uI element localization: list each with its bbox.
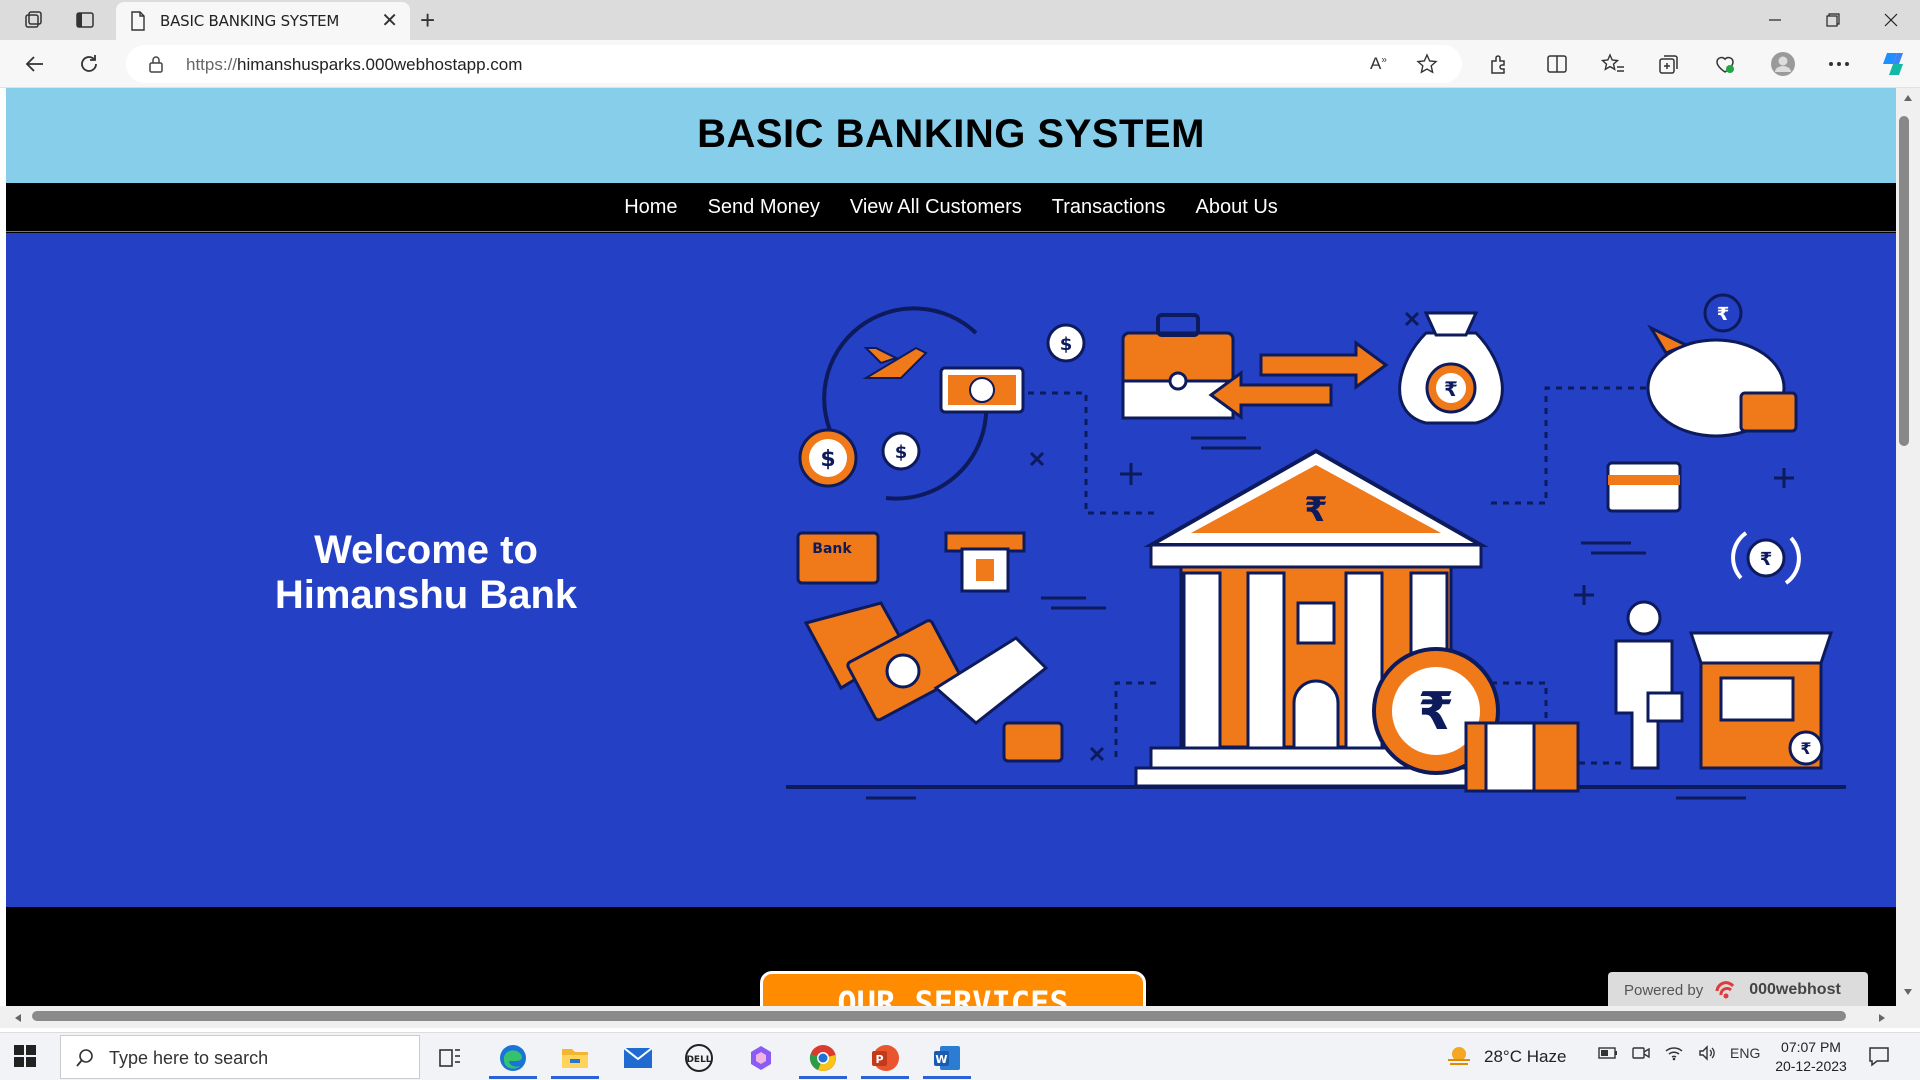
scroll-right-arrow-icon[interactable] [1878,1013,1886,1023]
read-aloud-icon[interactable]: A» [1370,54,1387,74]
chrome-icon[interactable] [795,1037,851,1079]
vertical-scroll-thumb[interactable] [1899,116,1909,446]
rupee-label-bag: ₹ [1444,377,1458,401]
site-title: BASIC BANKING SYSTEM [697,112,1205,156]
close-tab-icon[interactable]: ✕ [381,8,398,33]
profile-avatar-icon[interactable] [1766,48,1800,80]
scroll-up-arrow-icon[interactable] [1903,94,1913,102]
system-tray: ENG [1598,1045,1760,1061]
battery-icon[interactable] [1598,1046,1618,1060]
powered-by-label: Powered by [1624,981,1704,999]
back-arrow-icon[interactable] [18,48,52,80]
browser-tab-active[interactable]: BASIC BANKING SYSTEM ✕ [116,2,410,40]
windows-start-icon[interactable] [14,1045,36,1067]
favorite-star-icon[interactable] [1416,53,1438,75]
rupee-label-piggy: ₹ [1717,304,1730,325]
browser-tab-bar: BASIC BANKING SYSTEM ✕ + [0,0,1920,40]
url-host: himanshusparks.000webhostapp.com [237,55,523,74]
nav-link-home[interactable]: Home [624,196,677,219]
wifi-icon[interactable] [1664,1045,1684,1061]
workspaces-icon[interactable] [18,6,48,34]
rupee-label-shop: ₹ [1800,739,1811,758]
file-explorer-icon[interactable] [547,1037,603,1079]
powerpoint-icon[interactable]: P [857,1037,913,1079]
rupee-label-coin: ₹ [1418,682,1454,742]
welcome-line-2: Himanshu Bank [274,573,578,617]
close-window-button[interactable] [1868,4,1914,36]
nav-link-view-all-customers[interactable]: View All Customers [850,196,1022,219]
more-options-icon[interactable] [1822,48,1856,80]
collections-icon[interactable] [1652,48,1686,80]
refresh-icon[interactable] [72,48,106,80]
hero-banner: Welcome to Himanshu Bank $ $ $ ₹ ₹ Bank … [6,233,1896,907]
dollar-label-2: $ [895,442,908,463]
windows-taskbar: Type here to search DELL P W 28°C Haze E… [0,1032,1920,1080]
page-icon [130,11,146,31]
address-bar[interactable]: https://himanshusparks.000webhostapp.com… [126,45,1462,83]
rupee-label-bank: ₹ [1304,490,1328,530]
webhost-logo-icon [1713,979,1739,1001]
bank-card-label: Bank [812,541,852,557]
nav-link-about-us[interactable]: About Us [1196,196,1278,219]
horizontal-scroll-thumb[interactable] [32,1011,1846,1021]
url-text[interactable]: https://himanshusparks.000webhostapp.com [186,55,522,75]
banking-illustration: $ $ $ ₹ ₹ Bank ₹ ₹ ₹ ₹ [786,293,1846,800]
extensions-icon[interactable] [1482,48,1516,80]
word-icon[interactable]: W [919,1037,975,1079]
new-tab-button[interactable]: + [420,5,435,36]
svg-text:P: P [875,1053,883,1066]
browser-toolbar: https://himanshusparks.000webhostapp.com… [0,40,1920,88]
url-protocol: https:// [186,55,238,74]
scroll-left-arrow-icon[interactable] [14,1013,22,1023]
dollar-label-1: $ [820,447,835,472]
language-indicator[interactable]: ENG [1730,1045,1760,1061]
site-header: BASIC BANKING SYSTEM [6,88,1896,183]
mail-icon[interactable] [610,1037,666,1079]
weather-text[interactable]: 28°C Haze [1484,1047,1566,1067]
our-services-button[interactable]: OUR SERVICES [760,971,1146,1006]
tab-actions-icon[interactable] [70,6,100,34]
meet-now-icon[interactable] [1632,1045,1650,1061]
tab-title: BASIC BANKING SYSTEM [160,12,340,30]
scroll-down-arrow-icon[interactable] [1903,988,1913,996]
minimize-button[interactable] [1752,4,1798,36]
search-icon [75,1048,95,1068]
nav-link-transactions[interactable]: Transactions [1052,196,1166,219]
notifications-icon[interactable] [1868,1045,1890,1067]
welcome-heading: Welcome to Himanshu Bank [196,528,656,618]
dell-app-icon[interactable]: DELL [671,1037,727,1079]
copilot-taskbar-icon[interactable] [733,1037,789,1079]
weather-haze-icon[interactable] [1446,1045,1472,1069]
clock-time: 07:07 PM [1781,1039,1841,1055]
taskbar-search-box[interactable]: Type here to search [60,1035,420,1079]
svg-text:DELL: DELL [686,1055,711,1065]
volume-icon[interactable] [1698,1045,1716,1061]
dollar-label-3: $ [1060,334,1073,355]
taskbar-clock[interactable]: 07:07 PM 20-12-2023 [1766,1038,1856,1076]
split-screen-icon[interactable] [1540,48,1574,80]
svg-text:W: W [935,1053,947,1066]
task-view-icon[interactable] [422,1037,478,1079]
powered-by-badge[interactable]: Powered by 000webhost [1608,972,1868,1006]
search-placeholder: Type here to search [109,1048,269,1068]
clock-date: 20-12-2023 [1775,1058,1847,1074]
lock-icon[interactable] [148,55,164,73]
restore-button[interactable] [1810,4,1856,36]
host-brand-name: 000webhost [1749,981,1841,998]
page-viewport: BASIC BANKING SYSTEM Home Send Money Vie… [6,88,1896,1006]
edge-browser-icon[interactable] [485,1037,541,1079]
favorites-icon[interactable] [1596,48,1630,80]
rupee-label-cycle: ₹ [1760,549,1773,570]
nav-link-send-money[interactable]: Send Money [708,196,820,219]
copilot-icon[interactable] [1876,48,1910,80]
browser-essentials-icon[interactable] [1708,48,1742,80]
welcome-line-1: Welcome to [314,528,538,572]
site-navigation: Home Send Money View All Customers Trans… [6,183,1896,232]
